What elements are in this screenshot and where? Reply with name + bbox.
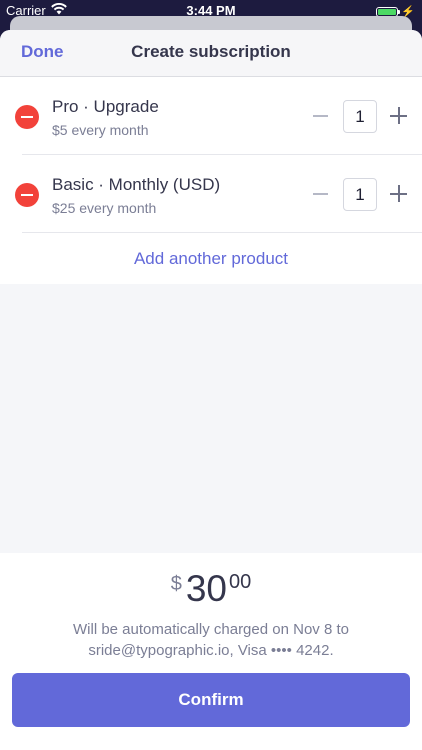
product-price: $5 every month	[52, 122, 149, 138]
row-divider	[22, 232, 422, 233]
product-name: Pro · Upgrade	[52, 97, 159, 116]
total-amount: $30 00	[0, 570, 422, 607]
product-row-pro: Pro · Upgrade $5 every month 1	[0, 77, 422, 155]
minus-icon[interactable]	[313, 193, 328, 195]
currency-symbol: $	[170, 573, 182, 595]
product-list: Pro · Upgrade $5 every month 1 Basic · M…	[0, 77, 422, 284]
charge-note: Will be automatically charged on Nov 8 t…	[40, 619, 382, 661]
create-subscription-sheet: Done Create subscription Pro · Upgrade $…	[0, 30, 422, 750]
page-title: Create subscription	[131, 42, 291, 61]
battery-fill	[378, 8, 397, 15]
minus-circle-icon[interactable]	[15, 105, 39, 129]
charge-note-line: sride@typographic.io, Visa •••• 4242.	[88, 642, 334, 659]
battery-icon	[376, 6, 401, 17]
total-dollars: 30	[185, 568, 228, 609]
product-price: $25 every month	[52, 200, 157, 216]
quantity-field[interactable]: 1	[343, 178, 377, 211]
minus-icon[interactable]	[313, 115, 328, 117]
confirm-button[interactable]: Confirm	[12, 673, 410, 727]
charge-note-line: Will be automatically charged on Nov 8 t…	[73, 621, 349, 638]
product-row-basic: Basic · Monthly (USD) $25 every month 1	[0, 155, 422, 233]
checkout-footer: $30 00 Will be automatically charged on N…	[0, 553, 422, 750]
add-product-button[interactable]: Add another product	[0, 249, 422, 269]
plus-icon[interactable]	[390, 185, 407, 202]
sheet-header: Done Create subscription	[0, 30, 422, 77]
total-cents: 00	[229, 571, 252, 593]
quantity-field[interactable]: 1	[343, 100, 377, 133]
product-name: Basic · Monthly (USD)	[52, 175, 221, 194]
minus-circle-icon[interactable]	[15, 183, 39, 207]
plus-icon[interactable]	[390, 107, 407, 124]
